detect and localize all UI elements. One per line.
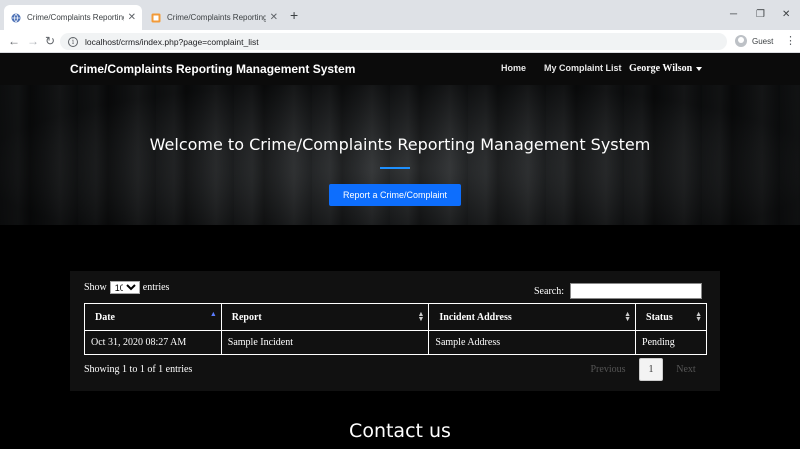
sort-ascending-icon: ▲	[209, 310, 217, 318]
reload-icon[interactable]: ↻	[45, 34, 55, 48]
cell-status: Pending	[635, 330, 707, 355]
user-name: George Wilson	[629, 63, 693, 74]
column-header-label: Incident Address	[439, 311, 512, 323]
minimize-icon[interactable]: ─	[730, 9, 737, 20]
sort-icon: ▲ ▼	[624, 310, 632, 323]
url-text: localhost/crms/index.php?page=complaint_…	[85, 36, 259, 47]
caret-down-icon	[696, 66, 703, 71]
profile-avatar-icon	[735, 35, 747, 47]
column-header-label: Status	[646, 311, 673, 323]
forward-arrow-icon[interactable]: →	[27, 34, 39, 48]
nav-my-complaint-list-link[interactable]: My Complaint List	[544, 63, 622, 73]
site-brand[interactable]: Crime/Complaints Reporting Management Sy…	[70, 62, 355, 76]
browser-tab-active[interactable]: Crime/Complaints Reporting Ma ✕	[4, 5, 142, 30]
hero-divider	[380, 167, 410, 169]
new-tab-button[interactable]: +	[290, 7, 298, 23]
table-header-row: Date ▲ Report ▲ ▼ Incident Address ▲ ▼ Status…	[84, 303, 707, 331]
tab-title: Crime/Complaints Reporting Ma	[167, 13, 266, 22]
nav-home-link[interactable]: Home	[501, 63, 526, 73]
browser-tab-inactive[interactable]: Crime/Complaints Reporting Ma ✕	[144, 5, 284, 30]
close-tab-icon[interactable]: ✕	[270, 12, 278, 23]
browser-toolbar: ← → ↻ i localhost/crms/index.php?page=co…	[0, 30, 800, 53]
column-header-label: Date	[95, 311, 115, 323]
hero-title: Welcome to Crime/Complaints Reporting Ma…	[149, 135, 651, 154]
complaints-table: Date ▲ Report ▲ ▼ Incident Address ▲ ▼ Status…	[84, 303, 707, 355]
column-header-label: Report	[231, 311, 262, 323]
entries-length-control: Show 10 entries	[84, 281, 169, 294]
browser-tab-bar: Crime/Complaints Reporting Ma ✕ Crime/Co…	[0, 0, 800, 30]
profile-button[interactable]: Guest	[735, 35, 773, 47]
search-label: Search:	[534, 285, 564, 297]
hero-banner: Welcome to Crime/Complaints Reporting Ma…	[0, 85, 800, 225]
tab-title: Crime/Complaints Reporting Ma	[27, 13, 124, 22]
table-row[interactable]: Oct 31, 2020 08:27 AM Sample Incident Sa…	[84, 330, 707, 355]
globe-icon	[10, 12, 21, 23]
site-navbar: Crime/Complaints Reporting Management Sy…	[0, 53, 800, 85]
address-bar[interactable]: i localhost/crms/index.php?page=complain…	[60, 33, 727, 50]
close-window-icon[interactable]: ✕	[782, 9, 790, 20]
pagination-next[interactable]: Next	[668, 358, 704, 381]
pagination-previous[interactable]: Previous	[580, 358, 636, 381]
entries-label: entries	[142, 282, 170, 293]
column-header-incident-address[interactable]: Incident Address ▲ ▼	[428, 303, 637, 331]
entries-select[interactable]: 10	[109, 281, 140, 294]
cell-incident-address: Sample Address	[428, 330, 637, 355]
complaint-list-card: Show 10 entries Search: Date ▲ Report ▲ ▼ I…	[70, 271, 720, 391]
user-menu-dropdown[interactable]: George Wilson	[629, 63, 703, 74]
sort-icon: ▲ ▼	[417, 310, 425, 323]
profile-label: Guest	[752, 36, 774, 46]
column-header-date[interactable]: Date ▲	[84, 303, 222, 331]
search-input[interactable]	[570, 283, 702, 299]
column-header-report[interactable]: Report ▲ ▼	[220, 303, 430, 331]
sort-icon: ▲ ▼	[695, 310, 702, 323]
cell-report: Sample Incident	[220, 330, 430, 355]
menu-kebab-icon[interactable]: ⋮	[785, 34, 796, 47]
pagination-current-page[interactable]: 1	[639, 358, 663, 381]
info-icon[interactable]: i	[68, 36, 78, 47]
show-label: Show	[84, 282, 107, 293]
table-search: Search:	[534, 283, 702, 299]
back-arrow-icon[interactable]: ←	[8, 34, 20, 48]
cell-date: Oct 31, 2020 08:27 AM	[84, 330, 222, 355]
contact-heading: Contact us	[349, 420, 451, 442]
column-header-status[interactable]: Status ▲ ▼	[635, 303, 707, 331]
table-info: Showing 1 to 1 of 1 entries	[84, 364, 193, 375]
page-favicon-icon	[150, 12, 161, 23]
close-tab-icon[interactable]: ✕	[128, 12, 136, 23]
report-crime-button[interactable]: Report a Crime/Complaint	[329, 184, 461, 206]
restore-icon[interactable]: ❐	[756, 9, 765, 20]
